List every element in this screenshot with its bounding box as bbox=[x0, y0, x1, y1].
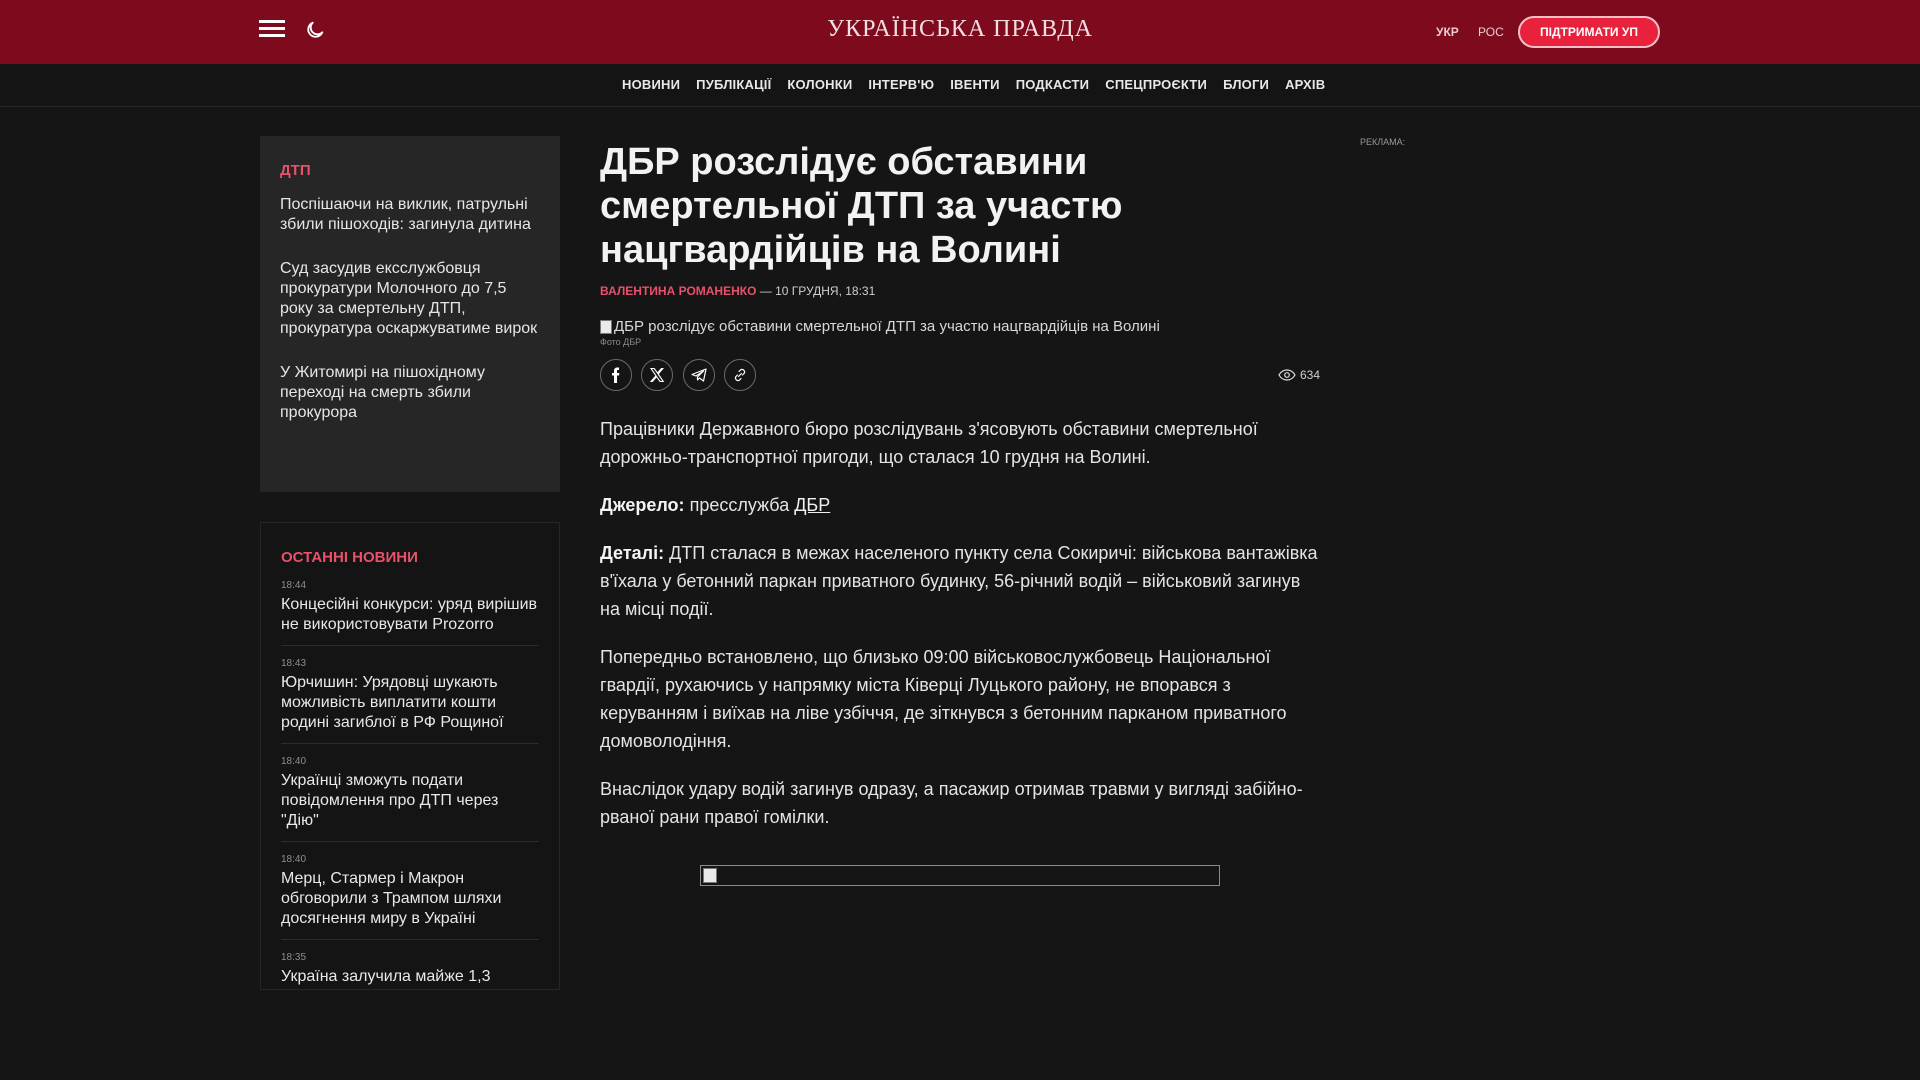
topic-link[interactable]: Суд засудив ексслужбовця прокуратури Мол… bbox=[280, 259, 540, 339]
news-time: 18:44 bbox=[281, 580, 307, 591]
news-time: 18:43 bbox=[281, 658, 307, 669]
article-body: Працівники Державного бюро розслідувань … bbox=[600, 415, 1320, 831]
nav-item[interactable]: АРХІВ bbox=[1285, 77, 1325, 92]
news-item[interactable]: 18:44 Концесійні конкурси: уряд вирішив … bbox=[281, 580, 539, 646]
broken-image-icon bbox=[703, 868, 717, 883]
topic-link[interactable]: Поспішаючи на виклик, патрульні збили пі… bbox=[280, 195, 540, 235]
share-row: 634 bbox=[600, 359, 1320, 393]
telegram-share-icon[interactable] bbox=[682, 359, 715, 391]
hamburger-menu-icon[interactable] bbox=[259, 20, 285, 44]
x-share-icon[interactable] bbox=[641, 359, 674, 391]
nav-item[interactable]: ПОДКАСТИ bbox=[1016, 77, 1090, 92]
source-text: пресслужба bbox=[689, 495, 790, 515]
nav-item[interactable]: КОЛОНКИ bbox=[787, 77, 852, 92]
ad-label: РЕКЛАМА: bbox=[1360, 137, 1406, 147]
latest-news-box: ОСТАННІ НОВИНИ 18:44 Концесійні конкурси… bbox=[260, 522, 560, 990]
views-count: 634 bbox=[1299, 368, 1320, 382]
news-time: 18:35 bbox=[281, 952, 307, 963]
broken-image-icon bbox=[600, 319, 612, 334]
lang-ros-link[interactable]: РОС bbox=[1478, 25, 1504, 39]
dark-mode-moon-icon[interactable] bbox=[304, 19, 328, 43]
news-item[interactable]: 18:43 Юрчишин: Урядовці шукають можливіс… bbox=[281, 658, 539, 744]
article-title: ДБР розслідує обставини смертельної ДТП … bbox=[600, 141, 1123, 271]
author-link[interactable]: ВАЛЕНТИНА РОМАНЕНКО bbox=[600, 284, 756, 298]
news-title[interactable]: Концесійні конкурси: уряд вирішив не вик… bbox=[281, 595, 539, 635]
views-counter: 634 bbox=[1278, 368, 1320, 382]
copy-link-icon[interactable] bbox=[724, 359, 757, 391]
article-details: Деталі: ДТП сталася в межах населеного п… bbox=[600, 539, 1320, 623]
topic-link[interactable]: У Житомирі на пішохідному переході на см… bbox=[280, 363, 540, 423]
article: ДБР розслідує обставини смертельної ДТП … bbox=[600, 140, 1320, 851]
nav-item[interactable]: БЛОГИ bbox=[1223, 77, 1269, 92]
facebook-share-icon[interactable] bbox=[600, 359, 632, 391]
article-paragraph: Працівники Державного бюро розслідувань … bbox=[600, 419, 1258, 467]
lang-ukr-link[interactable]: УКР bbox=[1436, 25, 1459, 39]
topic-tag[interactable]: ДТП bbox=[280, 162, 540, 179]
nav-item[interactable]: СПЕЦПРОЄКТИ bbox=[1105, 77, 1207, 92]
article-photo: ДБР розслідує обставини смертельної ДТП … bbox=[600, 318, 1320, 335]
news-time: 18:40 bbox=[281, 854, 307, 865]
news-item[interactable]: 18:40 Мерц, Стармер і Макрон обговорили … bbox=[281, 854, 539, 940]
nav-item[interactable]: ІВЕНТИ bbox=[950, 77, 1000, 92]
nav-list: НОВИНИ ПУБЛІКАЦІЇ КОЛОНКИ ІНТЕРВ'Ю ІВЕНТИ ПОД… bbox=[622, 77, 1325, 92]
nav-item[interactable]: НОВИНИ bbox=[622, 77, 680, 92]
photo-alt-text: ДБР розслідує обставини смертельної ДТП … bbox=[614, 318, 1160, 335]
top-bar: УКРАЇНСЬКА ПРАВДА УКР РОС ПІДТРИМАТИ УП bbox=[0, 0, 1920, 64]
news-item[interactable]: 18:40 Українці зможуть подати повідомлен… bbox=[281, 756, 539, 842]
news-item[interactable]: 18:35 Україна залучила майже 1,3 bbox=[281, 952, 539, 989]
site-logo[interactable]: УКРАЇНСЬКА ПРАВДА bbox=[760, 16, 1160, 43]
news-title[interactable]: Українці зможуть подати повідомлення про… bbox=[281, 771, 539, 831]
news-time: 18:40 bbox=[281, 756, 307, 767]
article-source: Джерело: пресслужба ДБР bbox=[600, 491, 1320, 519]
main-nav: НОВИНИ ПУБЛІКАЦІЇ КОЛОНКИ ІНТЕРВ'Ю ІВЕНТИ ПОД… bbox=[0, 64, 1920, 107]
topic-box: ДТП Поспішаючи на виклик, патрульні збил… bbox=[260, 136, 560, 492]
article-byline: ВАЛЕНТИНА РОМАНЕНКО — 10 ГРУДНЯ, 18:31 bbox=[600, 284, 1320, 298]
nav-item[interactable]: ІНТЕРВ'Ю bbox=[868, 77, 934, 92]
nav-item[interactable]: ПУБЛІКАЦІЇ bbox=[696, 77, 771, 92]
article-date: — 10 ГРУДНЯ, 18:31 bbox=[759, 284, 876, 298]
article-paragraph: Внаслідок удару водій загинув одразу, а … bbox=[600, 779, 1303, 827]
news-title[interactable]: Юрчишин: Урядовці шукають можливість вип… bbox=[281, 673, 539, 733]
news-title[interactable]: Мерц, Стармер і Макрон обговорили з Трам… bbox=[281, 869, 539, 929]
source-link[interactable]: ДБР bbox=[794, 495, 830, 515]
ad-image-placeholder[interactable] bbox=[700, 865, 1220, 886]
article-paragraph: Попередньо встановлено, що близько 09:00… bbox=[600, 647, 1287, 751]
details-text: ДТП сталася в межах населеного пункту се… bbox=[600, 543, 1318, 619]
latest-news-title[interactable]: ОСТАННІ НОВИНИ bbox=[281, 549, 539, 566]
support-button[interactable]: ПІДТРИМАТИ УП bbox=[1518, 16, 1660, 48]
source-label: Джерело: bbox=[600, 495, 685, 515]
eye-icon bbox=[1278, 369, 1296, 381]
details-label: Деталі: bbox=[600, 543, 665, 563]
news-title[interactable]: Україна залучила майже 1,3 bbox=[281, 967, 539, 987]
photo-credit: Фото ДБР bbox=[600, 337, 642, 347]
